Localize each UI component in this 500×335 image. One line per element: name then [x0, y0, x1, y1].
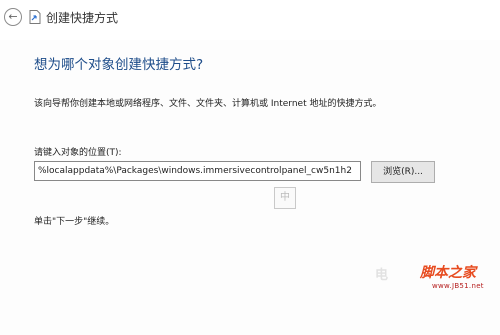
- watermark-logo-text: 脚本之家: [420, 265, 476, 281]
- back-arrow-icon: ←: [8, 10, 18, 23]
- watermark-left: 电: [375, 268, 389, 283]
- browse-button[interactable]: 浏览(R)...: [371, 161, 435, 183]
- shortcut-file-icon: [29, 10, 41, 24]
- next-hint: 单击"下一步"继续。: [34, 217, 115, 227]
- page-heading: 想为哪个对象创建快捷方式?: [34, 57, 204, 73]
- watermark-url: www.JB51.net: [432, 282, 484, 290]
- ime-mode-indicator: 中: [274, 187, 296, 209]
- location-label: 请键入对象的位置(T):: [34, 148, 122, 158]
- watermark-logo: 脚本之家: [420, 262, 476, 282]
- wizard-description: 该向导帮你创建本地或网络程序、文件、文件夹、计算机或 Internet 地址的快…: [34, 99, 382, 109]
- location-input[interactable]: [34, 161, 361, 181]
- title-bar: ← 创建快捷方式: [0, 0, 500, 40]
- window-title: 创建快捷方式: [46, 11, 119, 25]
- back-button[interactable]: ←: [4, 8, 22, 26]
- wizard-content: 想为哪个对象创建快捷方式? 该向导帮你创建本地或网络程序、文件、文件夹、计算机或…: [0, 40, 500, 335]
